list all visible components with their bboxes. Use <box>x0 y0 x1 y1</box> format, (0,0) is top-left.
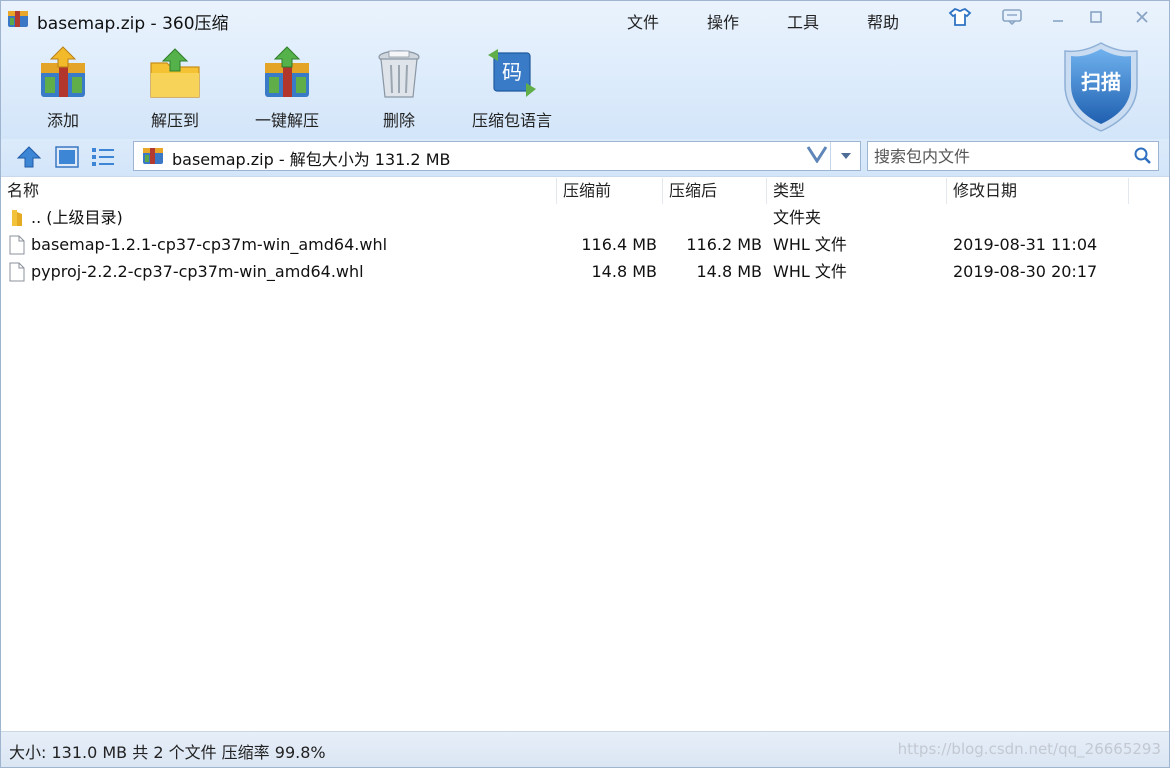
scan-button[interactable]: 扫描 <box>1059 39 1143 135</box>
add-archive-icon <box>21 45 105 101</box>
folder-extract-icon <box>133 45 217 101</box>
file-row-parent[interactable]: .. (上级目录) 文件夹 <box>1 204 1169 231</box>
file-modified: 2019-08-31 11:04 <box>953 235 1098 254</box>
folder-icon <box>9 208 25 232</box>
file-name: .. (上级目录) <box>31 208 123 227</box>
file-type: WHL 文件 <box>773 262 847 281</box>
file-size-after: 14.8 MB <box>696 262 763 281</box>
document-icon <box>9 235 25 259</box>
list-view-icon[interactable] <box>89 143 117 171</box>
archive-app-icon <box>7 9 29 29</box>
add-label: 添加 <box>46 111 79 130</box>
search-field[interactable] <box>867 141 1159 171</box>
zip-file-icon <box>142 146 164 170</box>
col-name[interactable]: 名称 <box>1 178 557 204</box>
menu-operate[interactable]: 操作 <box>707 9 739 33</box>
app-window: basemap.zip - 360压缩 文件 操作 工具 帮助 添加 解压到 一… <box>0 0 1170 768</box>
menu-tools[interactable]: 工具 <box>787 9 819 33</box>
skin-shirt-icon[interactable] <box>945 5 975 29</box>
svg-text:码: 码 <box>502 60 522 84</box>
address-bar-row: basemap.zip - 解包大小为 131.2 MB <box>1 139 1169 177</box>
search-icon[interactable] <box>1130 144 1156 168</box>
file-row[interactable]: basemap-1.2.1-cp37-cp37m-win_amd64.whl 1… <box>1 231 1169 258</box>
file-size-before: 14.8 MB <box>591 262 658 281</box>
file-name: basemap-1.2.1-cp37-cp37m-win_amd64.whl <box>31 235 388 254</box>
feedback-icon[interactable] <box>997 5 1027 29</box>
col-compressed-before[interactable]: 压缩前 <box>557 178 663 204</box>
file-type: 文件夹 <box>773 208 822 227</box>
maximize-icon[interactable] <box>1081 5 1111 29</box>
menu-help[interactable]: 帮助 <box>867 9 899 33</box>
verify-v-icon[interactable] <box>806 145 828 168</box>
add-button[interactable]: 添加 <box>21 45 105 131</box>
file-size-before: 116.4 MB <box>581 235 657 254</box>
address-path-text: basemap.zip - 解包大小为 131.2 MB <box>172 150 451 169</box>
up-level-icon[interactable] <box>15 143 43 171</box>
file-row[interactable]: pyproj-2.2.2-cp37-cp37m-win_amd64.whl 14… <box>1 258 1169 285</box>
address-dropdown-icon[interactable] <box>830 142 860 170</box>
top-chrome: basemap.zip - 360压缩 文件 操作 工具 帮助 添加 解压到 一… <box>1 1 1169 139</box>
status-summary: 大小: 131.0 MB 共 2 个文件 压缩率 99.8% <box>9 743 326 762</box>
close-icon[interactable] <box>1127 5 1157 29</box>
archive-language-label: 压缩包语言 <box>471 111 552 130</box>
window-title: basemap.zip - 360压缩 <box>37 14 229 34</box>
address-path-field[interactable]: basemap.zip - 解包大小为 131.2 MB <box>133 141 861 171</box>
trash-bin-icon <box>357 45 441 101</box>
file-size-after: 116.2 MB <box>686 235 762 254</box>
one-click-extract-icon <box>245 45 329 101</box>
archive-language-button[interactable]: 码 压缩包语言 <box>467 45 557 131</box>
status-bar: 大小: 131.0 MB 共 2 个文件 压缩率 99.8% https://b… <box>1 731 1169 767</box>
title-bar: basemap.zip - 360压缩 文件 操作 工具 帮助 <box>1 1 1169 37</box>
minimize-icon[interactable] <box>1043 5 1073 29</box>
shield-scan-icon: 扫描 <box>1064 42 1138 132</box>
watermark-text: https://blog.csdn.net/qq_26665293 <box>897 740 1161 758</box>
file-modified: 2019-08-30 20:17 <box>953 262 1098 281</box>
file-type: WHL 文件 <box>773 235 847 254</box>
language-code-icon: 码 <box>467 45 557 101</box>
document-icon <box>9 262 25 286</box>
delete-button[interactable]: 删除 <box>357 45 441 131</box>
large-icon-view-icon[interactable] <box>53 143 81 171</box>
menu-file[interactable]: 文件 <box>627 9 659 33</box>
search-input[interactable] <box>868 142 1126 170</box>
scan-label: 扫描 <box>1081 70 1121 94</box>
delete-label: 删除 <box>382 111 415 130</box>
one-click-extract-label: 一键解压 <box>254 111 319 130</box>
one-click-extract-button[interactable]: 一键解压 <box>245 45 329 131</box>
file-list-header: 名称 压缩前 压缩后 类型 修改日期 <box>1 178 1169 204</box>
extract-to-label: 解压到 <box>150 111 199 130</box>
extract-to-button[interactable]: 解压到 <box>133 45 217 131</box>
col-modified[interactable]: 修改日期 <box>947 178 1129 204</box>
col-type[interactable]: 类型 <box>767 178 947 204</box>
file-name: pyproj-2.2.2-cp37-cp37m-win_amd64.whl <box>31 262 364 281</box>
col-compressed-after[interactable]: 压缩后 <box>663 178 767 204</box>
